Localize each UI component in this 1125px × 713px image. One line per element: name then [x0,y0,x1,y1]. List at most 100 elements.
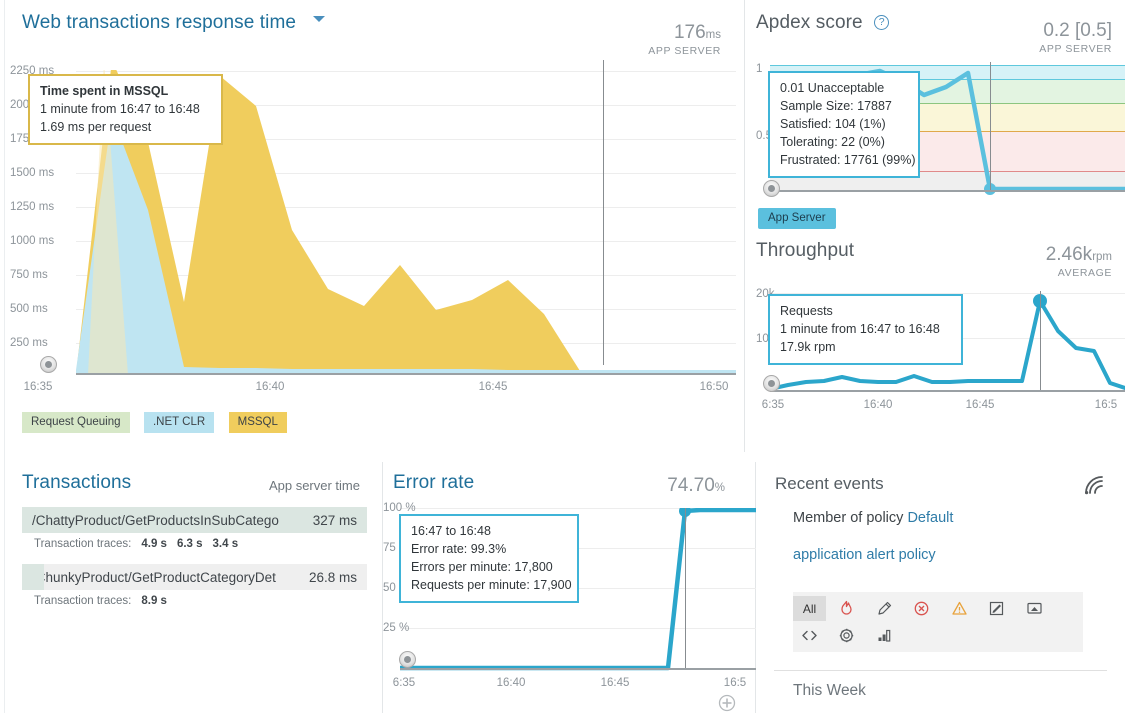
x-tick: 16:50 [699,381,729,393]
x-tick: 16:45 [965,399,995,411]
apdex-header: Apdex score ? 0.2 [0.5] APP SERVER [756,12,1125,55]
chevron-down-icon[interactable] [312,16,325,22]
y-tick: 250 ms [10,337,48,349]
tooltip-line-3: Satisfied: 104 (1%) [780,117,886,131]
tooltip-line-5: Frustrated: 17761 (99%) [780,153,916,167]
apdex-timeline-handle[interactable] [763,180,780,197]
tooltip-line-2: Sample Size: 17887 [780,99,892,113]
throughput-metric-sub: AVERAGE [1057,267,1112,279]
apdex-tooltip: 0.01 Unacceptable Sample Size: 17887 Sat… [768,71,920,178]
response-time-unit: ms [705,29,721,41]
tooltip-line-1: 0.01 Unacceptable [780,81,885,95]
x-tick: 16:5 [1094,399,1118,411]
response-time-header: Web transactions response time 176ms APP… [22,12,734,58]
event-filter-bar: All [793,592,1083,652]
response-time-title[interactable]: Web transactions response time [22,12,296,34]
apdex-axis [770,190,1125,192]
throughput-unit: rpm [1092,251,1112,263]
error-rate-metric: 74.70% [667,475,725,497]
traces-label: Transaction traces: [34,595,132,607]
circle-x-icon[interactable] [905,596,938,621]
event-policy-link-2[interactable]: application alert policy [793,547,936,563]
legend-item-net-clr[interactable]: .NET CLR [143,412,215,433]
throughput-card: Throughput 2.46krpm AVERAGE 20k 10k 6:35… [756,232,1125,434]
y-tick: 25 % [383,622,410,634]
throughput-timeline-handle[interactable] [763,375,780,392]
y-tick: 1250 ms [10,201,55,213]
error-rate-title: Error rate [393,472,475,493]
response-time-metric: 176ms APP SERVER [648,22,721,57]
x-tick: 16:40 [496,677,526,689]
y-tick: 100 % [383,502,416,514]
response-time-tooltip: Time spent in MSSQL 1 minute from 16:47 … [28,74,223,145]
question-mark-icon[interactable]: ? [874,15,890,30]
y-tick: 1000 ms [10,235,55,247]
error-rate-value: 74.70 [667,475,715,496]
tooltip-title: Time spent in MSSQL [40,84,169,98]
trace-link[interactable]: 6.3 s [177,538,203,550]
legend-item-request-queuing[interactable]: Request Queuing [22,412,130,433]
edit-square-icon[interactable] [980,596,1013,621]
recent-events-title: Recent events [775,474,884,493]
y-tick: 1500 ms [10,167,55,179]
throughput-value: 2.46k [1045,244,1093,265]
apdex-value: 0.2 [0.5] [1043,20,1112,41]
code-brackets-icon[interactable] [793,623,826,648]
x-tick: 16:5 [723,677,747,689]
event-policy-link[interactable]: Default [907,510,953,526]
tooltip-line-3: 17.9k rpm [780,340,836,354]
warning-triangle-icon[interactable] [943,596,976,621]
throughput-tooltip: Requests 1 minute from 16:47 to 16:48 17… [768,294,963,365]
events-divider [774,670,1107,671]
circle-plus-icon[interactable] [718,694,736,713]
tooltip-line-4: Requests per minute: 17,900 [411,578,572,592]
bar-chart-icon[interactable] [868,623,901,648]
flame-icon[interactable] [830,596,863,621]
tooltip-line-2: 1 minute from 16:47 to 16:48 [780,322,940,336]
timeline-handle-left[interactable] [40,356,57,373]
x-tick: 16:40 [255,381,285,393]
x-tick: 6:35 [392,677,416,689]
transactions-title: Transactions [22,472,132,493]
throughput-metric: 2.46krpm AVERAGE [1046,244,1112,279]
apm-dashboard: Web transactions response time 176ms APP… [0,0,1125,713]
trace-link[interactable]: 8.9 s [141,595,167,607]
apdex-card: Apdex score ? 0.2 [0.5] APP SERVER 1 0.5… [756,0,1125,232]
marker-icon[interactable] [868,596,901,621]
trace-link[interactable]: 4.9 s [141,538,167,550]
table-row[interactable]: /ChunkyProduct/GetProductCategoryDet 26.… [22,564,367,590]
transaction-bar-fill [22,564,44,590]
event-text: Member of policy [793,510,908,526]
x-tick: 16:40 [863,399,893,411]
tooltip-title: Requests [780,304,833,318]
filter-all-label: All [802,601,817,616]
rss-feed-icon[interactable] [1081,472,1107,503]
tooltip-line-2: Error rate: 99.3% [411,542,507,556]
error-rate-timeline-handle[interactable] [399,651,416,668]
response-time-card: Web transactions response time 176ms APP… [0,0,745,452]
error-rate-unit: % [714,482,725,494]
apdex-series-pill[interactable]: App Server [758,208,836,229]
transactions-header: Transactions App server time [22,472,372,494]
apdex-cursor [990,62,991,192]
apdex-title: Apdex score [756,12,863,33]
response-time-legend: Request Queuing .NET CLR MSSQL [22,412,297,433]
tooltip-line-2: 1 minute from 16:47 to 16:48 [40,102,200,116]
legend-item-mssql[interactable]: MSSQL [228,412,287,433]
filter-all[interactable]: All [793,596,826,621]
error-rate-axis [400,668,756,670]
x-tick: 6:35 [761,399,785,411]
gear-icon[interactable] [830,623,863,648]
table-row[interactable]: /ChattyProduct/GetProductsInSubCatego 32… [22,507,367,533]
transaction-value: 26.8 ms [308,569,357,585]
deployment-icon[interactable] [1018,596,1051,621]
response-time-metric-sub: APP SERVER [648,45,721,57]
trace-link[interactable]: 3.4 s [213,538,239,550]
transaction-name: /ChunkyProduct/GetProductCategoryDet [32,569,276,585]
tooltip-line-3: 1.69 ms per request [40,120,152,134]
x-tick: 16:35 [23,381,53,393]
recent-events-card: Recent events Member of policy Default a… [756,462,1125,713]
transactions-column-label: App server time [268,478,360,493]
apdex-metric-sub: APP SERVER [1039,43,1112,55]
transaction-traces: Transaction traces: 4.9 s 6.3 s 3.4 s [34,538,238,550]
